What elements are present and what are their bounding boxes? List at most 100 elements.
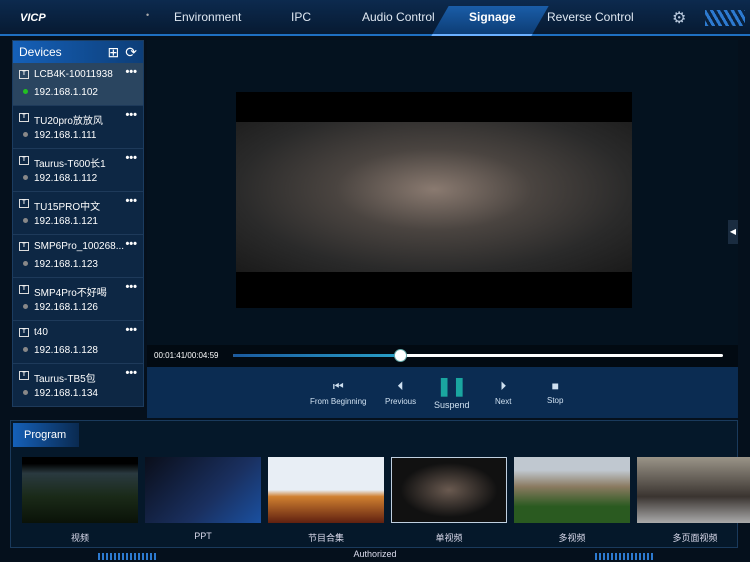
device-ip: 192.168.1.102 — [34, 87, 98, 98]
app-logo: VICP — [20, 12, 46, 24]
pause-icon: ❚❚ — [436, 376, 467, 396]
program-label: 视频 — [70, 533, 89, 543]
device-name: Taurus-TB5包 — [34, 374, 96, 385]
device-ip: 192.168.1.128 — [34, 345, 98, 356]
device-name: TU15PRO中文 — [34, 202, 101, 213]
video-frame — [236, 92, 632, 308]
device-item[interactable]: T Taurus-TB5包 ••• 192.168.1.134 — [13, 364, 143, 407]
device-sidebar: Devices ⊞ ⟳ T LCB4K-10011938 ••• 192.168.1.… — [12, 40, 144, 407]
top-nav-bar: VICP • Environment IPC Audio Control Sig… — [0, 0, 750, 36]
devices-title: Devices — [19, 45, 62, 59]
device-name: t40 — [34, 327, 48, 338]
from-beginning-label: From Beginning — [310, 397, 367, 406]
progress-knob[interactable] — [393, 349, 407, 362]
device-item[interactable]: T LCB4K-10011938 ••• 192.168.1.102 — [13, 63, 143, 106]
device-item[interactable]: T Taurus-T600长1 ••• 192.168.1.112 — [13, 149, 143, 192]
next-icon: ⏵ — [500, 379, 507, 393]
device-name: TU20pro放放风 — [34, 116, 103, 127]
program-thumbnail[interactable] — [145, 457, 261, 523]
program-label: 多页面视频 — [672, 533, 718, 543]
preview-area: ◀ — [147, 40, 738, 345]
device-ip: 192.168.1.123 — [34, 259, 98, 270]
device-ip: 192.168.1.134 — [34, 388, 98, 399]
previous-label: Previous — [385, 397, 417, 406]
program-thumbnail[interactable] — [514, 457, 630, 523]
refresh-icon[interactable]: ⟳ — [125, 44, 137, 61]
tab-environment[interactable]: Environment — [174, 10, 241, 24]
stop-button[interactable]: ■ Stop — [547, 379, 563, 405]
device-ip: 192.168.1.126 — [34, 302, 98, 313]
device-ip: 192.168.1.112 — [34, 173, 98, 184]
tab-audio-control[interactable]: Audio Control — [362, 10, 435, 24]
suspend-button[interactable]: ❚❚ Suspend — [434, 376, 470, 410]
monitor-icon: T — [19, 70, 29, 79]
more-options-icon[interactable]: ••• — [125, 324, 137, 336]
status-dot — [23, 218, 28, 223]
more-options-icon[interactable]: ••• — [125, 152, 137, 164]
stop-label: Stop — [547, 396, 564, 405]
more-options-icon[interactable]: ••• — [125, 238, 137, 250]
monitor-icon: T — [19, 156, 29, 165]
tab-reverse-control[interactable]: Reverse Control — [547, 10, 634, 24]
separator-dot: • — [146, 10, 150, 20]
program-label: 单视频 — [435, 533, 463, 543]
device-name: SMP6Pro_100268... — [34, 241, 125, 252]
previous-button[interactable]: ⏴ Previous — [385, 379, 416, 406]
monitor-icon: T — [19, 113, 29, 122]
authorization-status: Authorized — [353, 549, 397, 559]
monitor-icon: T — [19, 371, 29, 380]
program-thumbnail[interactable] — [268, 457, 384, 523]
add-device-icon[interactable]: ⊞ — [108, 44, 120, 61]
status-dot — [23, 175, 28, 180]
next-label: Next — [495, 397, 512, 406]
suspend-label: Suspend — [434, 400, 470, 410]
from-beginning-button[interactable]: ⏮ From Beginning — [310, 379, 366, 406]
more-options-icon[interactable]: ••• — [125, 66, 137, 78]
program-panel: Program 视频 PPT 节目合集 单视频 多视频 多页面视频 — [10, 420, 750, 548]
decorative-stripes — [705, 10, 745, 26]
tab-signage[interactable]: Signage — [469, 10, 516, 24]
more-options-icon[interactable]: ••• — [125, 195, 137, 207]
more-options-icon[interactable]: ••• — [125, 367, 137, 379]
more-options-icon[interactable]: ••• — [125, 109, 137, 121]
status-dot — [23, 304, 28, 309]
status-dot — [23, 347, 28, 352]
next-button[interactable]: ⏵ Next — [495, 379, 511, 406]
status-dot — [23, 89, 28, 94]
playback-progress: 00:01:41/00:04:59 — [147, 345, 738, 367]
program-label: 多视频 — [558, 533, 586, 543]
playback-controls: ⏮ From Beginning ⏴ Previous ❚❚ Suspend ⏵ Nex… — [147, 367, 738, 418]
program-label: PPT — [194, 531, 212, 541]
more-options-icon[interactable]: ••• — [125, 281, 137, 293]
gear-icon[interactable]: ⚙ — [672, 8, 686, 28]
device-item[interactable]: T SMP6Pro_100268... ••• 192.168.1.123 — [13, 235, 143, 278]
device-name: LCB4K-10011938 — [34, 69, 113, 80]
progress-fill — [233, 354, 400, 357]
device-name: SMP4Pro不好喝 — [34, 288, 107, 299]
program-thumbnail[interactable] — [391, 457, 507, 523]
device-item[interactable]: T TU15PRO中文 ••• 192.168.1.121 — [13, 192, 143, 235]
status-dot — [23, 261, 28, 266]
monitor-icon: T — [19, 285, 29, 294]
playback-time: 00:01:41/00:04:59 — [154, 351, 219, 360]
stop-icon: ■ — [551, 379, 559, 393]
progress-slider[interactable] — [233, 349, 723, 362]
monitor-icon: T — [19, 328, 29, 337]
status-dot — [23, 390, 28, 395]
previous-icon: ⏴ — [397, 379, 404, 393]
device-ip: 192.168.1.111 — [34, 130, 97, 141]
device-name: Taurus-T600长1 — [34, 159, 106, 170]
device-item[interactable]: Tt40 ••• 192.168.1.128 — [13, 321, 143, 364]
video-image — [236, 122, 632, 272]
skip-start-icon: ⏮ — [332, 379, 344, 393]
program-thumbnail[interactable] — [22, 457, 138, 523]
tab-ipc[interactable]: IPC — [291, 10, 311, 24]
device-item[interactable]: T SMP4Pro不好喝 ••• 192.168.1.126 — [13, 278, 143, 321]
device-list: T LCB4K-10011938 ••• 192.168.1.102 T TU20pro放… — [13, 63, 143, 407]
program-tab[interactable]: Program — [13, 423, 79, 447]
device-item[interactable]: T TU20pro放放风 ••• 192.168.1.111 — [13, 106, 143, 149]
program-thumbnail[interactable] — [637, 457, 750, 523]
collapse-handle[interactable]: ◀ — [728, 220, 738, 244]
monitor-icon: T — [19, 199, 29, 208]
program-label: 节目合集 — [307, 533, 344, 543]
